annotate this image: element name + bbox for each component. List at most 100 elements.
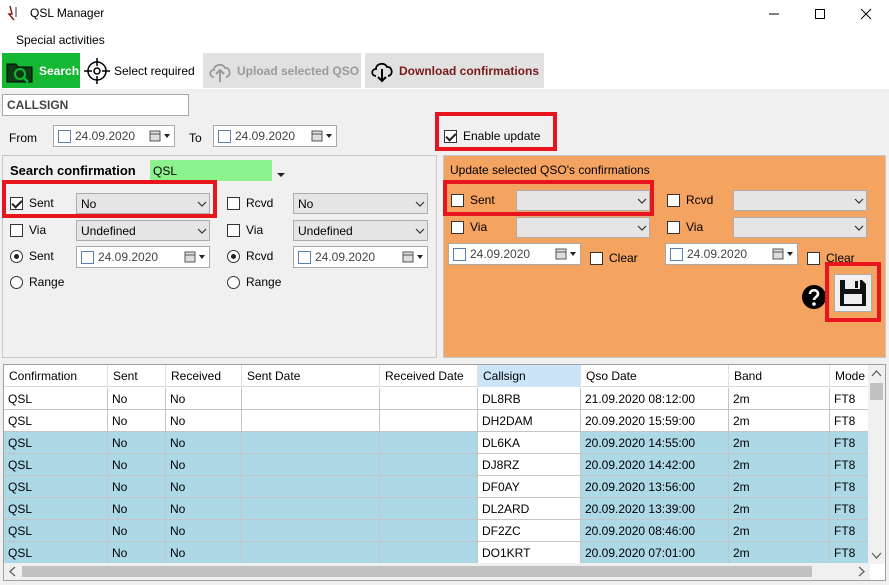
scroll-left-icon[interactable] [4, 563, 21, 580]
vertical-scroll-thumb[interactable] [870, 383, 883, 400]
calendar-dropdown-icon[interactable] [402, 251, 424, 263]
update-via-combo[interactable] [516, 217, 650, 238]
scroll-down-icon[interactable] [868, 547, 885, 564]
search-via-combo[interactable]: Undefined [76, 220, 210, 241]
from-date-checkbox[interactable] [58, 129, 71, 143]
column-header-sent[interactable]: Sent [108, 365, 166, 387]
search-rcvd-radio-dot[interactable] [227, 249, 240, 263]
close-button[interactable] [843, 0, 889, 27]
scroll-right-icon[interactable] [853, 563, 870, 580]
column-header-confirmation[interactable]: Confirmation [4, 365, 108, 387]
column-header-callsign[interactable]: Callsign [478, 365, 581, 387]
cell-received-date [380, 498, 478, 520]
search-sent-date-picker[interactable]: 24.09.2020 [76, 246, 210, 268]
search-via-value: Undefined [81, 223, 136, 238]
toolbar: Search Select required Upload selected Q… [0, 51, 889, 89]
maximize-button[interactable] [797, 0, 843, 27]
cell-received-date [380, 454, 478, 476]
update-via-box[interactable] [451, 220, 464, 234]
update-clear-checkbox[interactable]: Clear [590, 251, 638, 265]
search-via-checkbox[interactable]: Via [10, 223, 46, 237]
calendar-dropdown-icon[interactable] [149, 130, 171, 142]
search-rcvd-radio[interactable]: Rcvd [227, 249, 273, 263]
update-rcvd-combo[interactable] [733, 190, 867, 211]
update-rcvd-checkbox[interactable]: Rcvd [667, 193, 713, 207]
column-header-qso-date[interactable]: Qso Date [581, 365, 729, 387]
update-via2-combo[interactable] [733, 217, 867, 238]
search-sent-radio-dot[interactable] [10, 249, 23, 263]
search-sent-radio-label: Sent [29, 249, 54, 263]
search-via2-box[interactable] [227, 223, 240, 237]
help-button[interactable] [801, 284, 827, 310]
search-range-radio[interactable]: Range [10, 275, 64, 289]
search-via-box[interactable] [10, 223, 23, 237]
search-rcvd-combo[interactable]: No [293, 193, 428, 214]
cell-sent: No [108, 498, 166, 520]
table-row[interactable]: QSL No No DL2ARD 20.09.2020 13:39:00 2m FT8 [4, 498, 870, 520]
search-via2-checkbox[interactable]: Via [227, 223, 263, 237]
upload-selected-qso-button[interactable]: Upload selected QSO [203, 53, 361, 88]
qso-grid[interactable]: Confirmation Sent Received Sent Date Receive… [3, 364, 886, 581]
callsign-input[interactable]: CALLSIGN [2, 94, 189, 116]
vertical-scrollbar[interactable] [868, 365, 885, 564]
search-sent-radio[interactable]: Sent [10, 249, 54, 263]
column-header-band[interactable]: Band [729, 365, 830, 387]
title-bar: QSL Manager [0, 0, 889, 27]
cell-received-date [380, 542, 478, 564]
table-row[interactable]: QSL No No DF2ZC 20.09.2020 08:46:00 2m FT8 [4, 520, 870, 542]
calendar-dropdown-icon[interactable] [311, 130, 333, 142]
table-row[interactable]: QSL No No DL8RB 21.09.2020 08:12:00 2m FT8 [4, 388, 870, 410]
search-rcvd-date-picker[interactable]: 24.09.2020 [293, 246, 428, 268]
search-rcvd-box[interactable] [227, 196, 240, 210]
calendar-dropdown-icon[interactable] [772, 248, 794, 260]
to-date-checkbox[interactable] [218, 129, 231, 143]
table-row[interactable]: QSL No No DO1KRT 20.09.2020 07:01:00 2m FT8 [4, 542, 870, 564]
cell-sent-date [242, 542, 380, 564]
select-required-button[interactable]: Select required [84, 53, 200, 88]
column-header-mode[interactable]: Mode [830, 365, 870, 387]
menu-special-activities[interactable]: Special activities [16, 33, 105, 47]
from-date-picker[interactable]: 24.09.2020 [53, 125, 175, 147]
download-confirmations-button[interactable]: Download confirmations [365, 53, 544, 88]
search-range2-radio[interactable]: Range [227, 275, 281, 289]
update-clear-box[interactable] [590, 251, 603, 265]
table-row[interactable]: QSL No No DF0AY 20.09.2020 13:56:00 2m FT8 [4, 476, 870, 498]
horizontal-scroll-thumb[interactable] [22, 566, 812, 577]
scroll-up-icon[interactable] [868, 365, 885, 382]
horizontal-scrollbar[interactable] [4, 563, 870, 580]
update-clear2-box[interactable] [807, 251, 820, 265]
update-sent-date-checkbox[interactable] [453, 247, 466, 261]
table-row[interactable]: QSL No No DL6KA 20.09.2020 14:55:00 2m FT8 [4, 432, 870, 454]
update-rcvd-box[interactable] [667, 193, 680, 207]
update-rcvd-date-picker[interactable]: 24.09.2020 [665, 243, 798, 265]
to-label: To [189, 131, 202, 145]
highlight-save-button [825, 262, 881, 322]
table-row[interactable]: QSL No No DJ8RZ 20.09.2020 14:42:00 2m FT8 [4, 454, 870, 476]
minimize-button[interactable] [751, 0, 797, 27]
update-sent-date-picker[interactable]: 24.09.2020 [448, 243, 581, 265]
calendar-dropdown-icon[interactable] [184, 251, 206, 263]
to-date-picker[interactable]: 24.09.2020 [213, 125, 337, 147]
update-via2-checkbox[interactable]: Via [667, 220, 703, 234]
update-via-checkbox[interactable]: Via [451, 220, 487, 234]
column-header-received-date[interactable]: Received Date [380, 365, 478, 387]
confirmation-type-select[interactable]: QSL [150, 160, 272, 181]
update-rcvd-date-checkbox[interactable] [670, 247, 683, 261]
search-rcvd-checkbox[interactable]: Rcvd [227, 196, 273, 210]
column-header-sent-date[interactable]: Sent Date [242, 365, 380, 387]
cell-mode: FT8 [830, 542, 870, 564]
search-sent-date-checkbox[interactable] [81, 250, 94, 264]
cell-received: No [166, 410, 242, 432]
search-range-radio-dot[interactable] [10, 275, 23, 289]
close-icon [860, 8, 872, 19]
search-rcvd-date-checkbox[interactable] [298, 250, 311, 264]
search-via2-combo[interactable]: Undefined [293, 220, 428, 241]
search-button[interactable]: Search [2, 53, 80, 88]
cell-sent-date [242, 388, 380, 410]
chevron-down-icon[interactable] [277, 167, 285, 181]
table-row[interactable]: QSL No No DH2DAM 20.09.2020 15:59:00 2m FT8 [4, 410, 870, 432]
search-range2-radio-dot[interactable] [227, 275, 240, 289]
column-header-received[interactable]: Received [166, 365, 242, 387]
calendar-dropdown-icon[interactable] [555, 248, 577, 260]
update-via2-box[interactable] [667, 220, 680, 234]
